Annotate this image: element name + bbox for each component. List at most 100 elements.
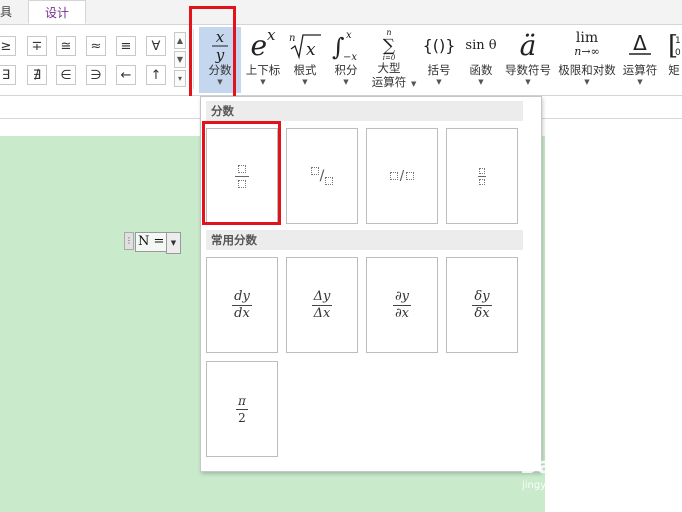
- symbol-item[interactable]: ∄: [27, 65, 47, 85]
- accent-icon: ä: [519, 28, 537, 62]
- operator-button[interactable]: Δ 运算符 ▼: [621, 27, 659, 93]
- watermark-logo: Bai 经验: [520, 454, 617, 479]
- symbol-item[interactable]: ≡: [116, 36, 136, 56]
- symbol-item[interactable]: ∓: [27, 36, 47, 56]
- placeholder-icon: [325, 177, 334, 185]
- integral-icon: ∫ x −x: [328, 27, 364, 63]
- large-operator-label-1: 大型: [377, 61, 401, 75]
- symbol-item[interactable]: ∈: [56, 65, 76, 85]
- highlight-fraction-button: [189, 6, 236, 101]
- tab-tools-partial[interactable]: 具: [0, 3, 12, 20]
- equation-text: N =: [138, 234, 165, 249]
- slash-icon: /: [399, 168, 405, 184]
- chevron-down-icon: ▼: [411, 80, 417, 88]
- chevron-down-icon: ▼: [637, 78, 643, 86]
- fraction-pi-over-2-option[interactable]: π2: [206, 361, 278, 457]
- fraction-partial-option[interactable]: ∂y ∂x: [366, 257, 438, 353]
- svg-text:x: x: [346, 30, 352, 41]
- chevron-down-icon: ▼: [436, 78, 442, 86]
- ribbon-tab-bar: [0, 0, 682, 25]
- limit-log-label: 极限和对数: [558, 63, 616, 77]
- fraction-bar: [478, 175, 486, 177]
- section-common-fractions-header: 常用分数: [206, 230, 523, 250]
- slash-icon: /: [319, 168, 325, 184]
- numerator: dy: [232, 288, 252, 306]
- large-operator-button[interactable]: n ∑ i=0 大型 运算符: [367, 27, 411, 93]
- radical-icon: n x: [287, 27, 323, 63]
- chevron-down-icon: ▼: [478, 78, 484, 86]
- bracket-button[interactable]: {()} 括号 ▼: [420, 27, 458, 93]
- chevron-down-icon: ▼: [302, 78, 308, 86]
- denominator: δx: [474, 305, 490, 321]
- fraction-dy-dx-option[interactable]: dy dx: [206, 257, 278, 353]
- placeholder-icon: [479, 167, 485, 174]
- fraction-small-delta-option[interactable]: δy δx: [446, 257, 518, 353]
- placeholder-icon: [389, 172, 398, 180]
- limit-log-button[interactable]: lim n→∞ 极限和对数 ▼: [556, 27, 618, 93]
- denominator: ∂x: [394, 305, 410, 321]
- matrix-label: 矩: [668, 63, 680, 77]
- placeholder-icon: [310, 167, 319, 175]
- symbol-item[interactable]: ≈: [86, 36, 106, 56]
- numerator: Δy: [311, 288, 333, 306]
- matrix-button[interactable]: [ 1 0 矩: [666, 27, 682, 93]
- symbol-item[interactable]: ∋: [86, 65, 106, 85]
- bracket-icon: {()}: [422, 35, 456, 55]
- accent-label: 导数符号: [505, 63, 551, 77]
- tab-design[interactable]: 设计: [28, 0, 86, 24]
- fraction-delta-option[interactable]: Δy Δx: [286, 257, 358, 353]
- integral-button[interactable]: ∫ x −x 积分 ▼: [328, 27, 364, 93]
- large-operator-label-2: 运算符: [371, 75, 407, 89]
- radical-button[interactable]: n x 根式 ▼: [287, 27, 323, 93]
- function-button[interactable]: sin θ 函数 ▼: [462, 27, 500, 93]
- superscript-icon: ex: [250, 26, 276, 62]
- small-fraction-option[interactable]: [446, 128, 518, 224]
- placeholder-icon: [406, 172, 415, 180]
- operator-label: 运算符: [622, 63, 658, 77]
- matrix-icon: [ 1 0: [666, 27, 682, 63]
- limit-icon: lim n→∞: [556, 27, 618, 63]
- skewed-fraction-option[interactable]: /: [286, 128, 358, 224]
- bracket-label: 括号: [427, 63, 451, 77]
- denominator: 2: [238, 410, 246, 425]
- chevron-down-icon: ▼: [260, 78, 266, 86]
- linear-fraction-option[interactable]: /: [366, 128, 438, 224]
- equation-options-button[interactable]: ▼: [166, 232, 181, 254]
- script-label: 上下标: [245, 63, 281, 77]
- limit-glyph-bottom: n→∞: [574, 45, 600, 58]
- symbol-item[interactable]: ←: [116, 65, 136, 85]
- function-icon: sin θ: [465, 37, 497, 53]
- chevron-down-icon: ▼: [525, 78, 531, 86]
- symbol-item[interactable]: ↑: [146, 65, 166, 85]
- symbol-item[interactable]: ≅: [56, 36, 76, 56]
- equation-editor[interactable]: N =: [135, 232, 167, 252]
- svg-text:∑: ∑: [383, 36, 395, 56]
- gallery-scroll-up-button[interactable]: ▲: [174, 32, 186, 49]
- svg-text:n: n: [289, 33, 295, 44]
- gallery-more-button[interactable]: ▾: [174, 70, 186, 87]
- denominator: Δx: [313, 305, 331, 321]
- denominator: dx: [234, 305, 250, 321]
- placeholder-icon: [479, 178, 485, 185]
- equation-handle[interactable]: ⋮: [124, 232, 134, 250]
- chevron-down-icon: ▼: [584, 78, 590, 86]
- watermark-url: jingyan.baidu.com: [522, 480, 615, 491]
- symbol-item[interactable]: ∃: [0, 65, 16, 85]
- svg-text:Δ: Δ: [633, 31, 647, 55]
- script-button[interactable]: ex 上下标 ▼: [243, 26, 283, 93]
- gallery-scroll-down-button[interactable]: ▼: [174, 51, 186, 68]
- svg-text:−x: −x: [343, 52, 357, 62]
- symbol-item[interactable]: ∀: [146, 36, 166, 56]
- integral-label: 积分: [334, 63, 358, 77]
- svg-text:i=0: i=0: [383, 54, 396, 61]
- summation-icon: n ∑ i=0: [367, 27, 411, 61]
- function-label: 函数: [469, 63, 493, 77]
- numerator: ∂y: [392, 288, 412, 306]
- operator-icon: Δ: [621, 27, 659, 63]
- radical-label: 根式: [293, 63, 317, 77]
- highlight-stacked-fraction: [202, 121, 281, 225]
- svg-text:x: x: [306, 40, 316, 60]
- symbol-item[interactable]: ≥: [0, 36, 16, 56]
- accent-button[interactable]: ä 导数符号 ▼: [503, 27, 553, 93]
- limit-glyph-top: lim: [575, 30, 599, 46]
